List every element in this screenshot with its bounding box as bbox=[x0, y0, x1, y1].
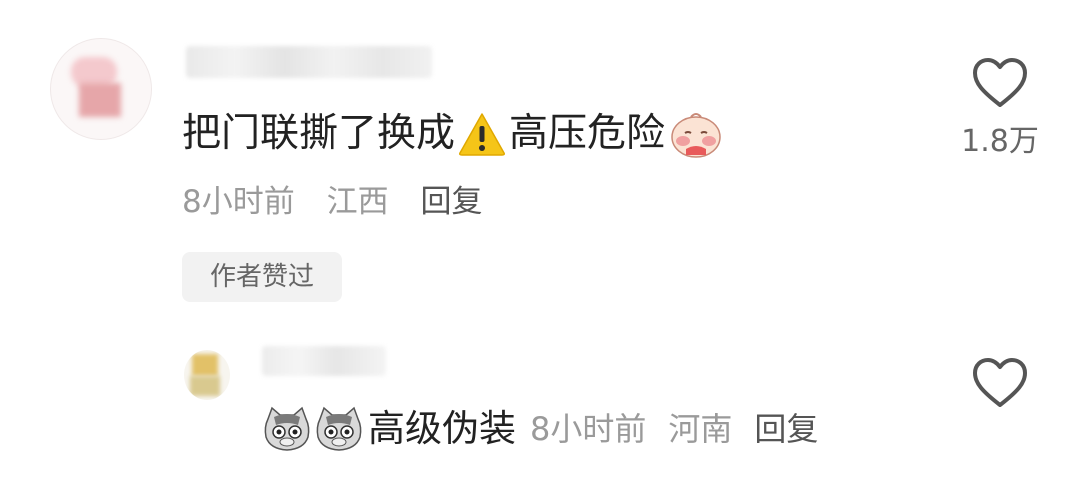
warning-icon bbox=[459, 113, 506, 156]
heart-outline-icon[interactable] bbox=[970, 55, 1030, 111]
avatar[interactable] bbox=[50, 38, 152, 140]
comment-time: 8小时前 bbox=[182, 184, 295, 220]
heart-outline-icon[interactable] bbox=[970, 355, 1030, 411]
comment-time: 8小时前 bbox=[530, 410, 647, 448]
reply-button[interactable]: 回复 bbox=[754, 404, 818, 454]
avatar-blur bbox=[192, 354, 218, 376]
blush-face-icon bbox=[671, 113, 721, 158]
comment-text-part: 把门联撕了换成 bbox=[182, 111, 456, 156]
comment-location: 江西 bbox=[326, 184, 389, 220]
avatar[interactable] bbox=[184, 350, 230, 400]
comment-location: 河南 bbox=[668, 410, 733, 448]
reply-comment: 高级伪装 8小时前 河南 回复 bbox=[262, 404, 818, 454]
avatar-blur bbox=[79, 83, 121, 117]
comment-text-part: 高压危险 bbox=[509, 111, 666, 156]
comment-meta: 8小时前 江西 回复 bbox=[182, 180, 482, 224]
cat-emoji-icon bbox=[316, 406, 362, 451]
avatar-blur bbox=[190, 376, 220, 396]
reply-button[interactable]: 回复 bbox=[420, 184, 482, 220]
like-count: 1.8万 bbox=[961, 124, 1039, 159]
comment-section: 把门联撕了换成 高压危险 8小时前 江西 回复 作者赞过 1.8万 高级伪装 8… bbox=[0, 0, 1080, 484]
author-liked-badge: 作者赞过 bbox=[182, 252, 342, 302]
username-blurred[interactable] bbox=[186, 46, 432, 78]
username-blurred[interactable] bbox=[262, 346, 386, 376]
cat-emoji-icon bbox=[264, 406, 310, 451]
comment-text: 把门联撕了换成 高压危险 bbox=[182, 108, 723, 160]
comment-text: 高级伪装 bbox=[368, 407, 516, 450]
